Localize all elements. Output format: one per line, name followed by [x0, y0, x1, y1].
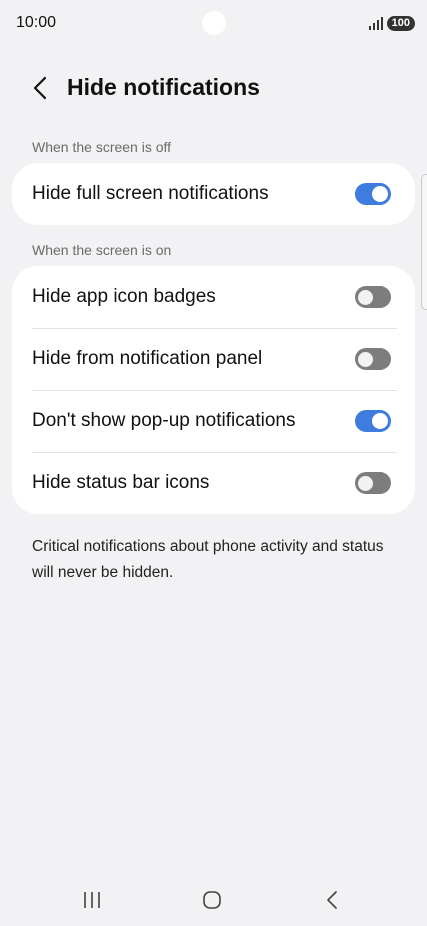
- section-label-screen-off: When the screen is off: [32, 139, 172, 155]
- status-bar: 10:00 100: [0, 0, 427, 48]
- toggle-knob: [358, 289, 373, 305]
- home-button[interactable]: [192, 880, 232, 920]
- footnote-text: Critical notifications about phone activ…: [32, 538, 384, 581]
- recents-icon: [84, 892, 100, 908]
- setting-row-hide-from-panel[interactable]: Hide from notification panel: [12, 328, 415, 390]
- recents-button[interactable]: [72, 880, 112, 920]
- back-icon: [327, 891, 337, 909]
- setting-label: Hide app icon badges: [32, 286, 216, 307]
- navigation-bar: [0, 872, 427, 926]
- card-screen-on: Hide app icon badges Hide from notificat…: [12, 266, 415, 514]
- home-icon: [203, 891, 221, 909]
- page-title: Hide notifications: [67, 74, 260, 100]
- toggle-switch[interactable]: [355, 348, 391, 370]
- scrollbar[interactable]: [421, 174, 427, 310]
- setting-label: Don't show pop-up notifications: [32, 410, 296, 431]
- setting-label: Hide full screen notifications: [32, 183, 269, 204]
- toggle-switch[interactable]: [355, 472, 391, 494]
- toggle-switch[interactable]: [355, 183, 391, 205]
- setting-row-hide-full-screen[interactable]: Hide full screen notifications: [12, 163, 415, 225]
- battery-indicator: 100: [386, 16, 415, 31]
- toggle-knob: [358, 351, 373, 367]
- card-screen-off: Hide full screen notifications: [12, 163, 415, 225]
- back-button[interactable]: [26, 72, 54, 104]
- page-header: Hide notifications: [0, 66, 427, 110]
- status-time: 10:00: [16, 14, 57, 31]
- divider: [32, 390, 397, 391]
- setting-label: Hide from notification panel: [32, 348, 263, 369]
- section-label-screen-on: When the screen is on: [32, 242, 172, 258]
- toggle-switch[interactable]: [355, 410, 391, 432]
- toggle-knob: [358, 475, 373, 491]
- camera-cutout: [202, 11, 226, 35]
- status-icons: 100: [368, 16, 415, 31]
- toggle-knob: [372, 186, 388, 202]
- signal-bars-icon: [368, 17, 383, 30]
- divider: [32, 452, 397, 453]
- setting-row-no-popup[interactable]: Don't show pop-up notifications: [12, 390, 415, 452]
- nav-back-button[interactable]: [312, 880, 352, 920]
- setting-label: Hide status bar icons: [32, 472, 210, 493]
- divider: [32, 328, 397, 329]
- chevron-left-icon: [33, 76, 47, 100]
- setting-row-hide-app-icon-badges[interactable]: Hide app icon badges: [12, 266, 415, 328]
- toggle-switch[interactable]: [355, 286, 391, 308]
- toggle-knob: [372, 413, 388, 429]
- setting-row-hide-status-bar-icons[interactable]: Hide status bar icons: [12, 452, 415, 514]
